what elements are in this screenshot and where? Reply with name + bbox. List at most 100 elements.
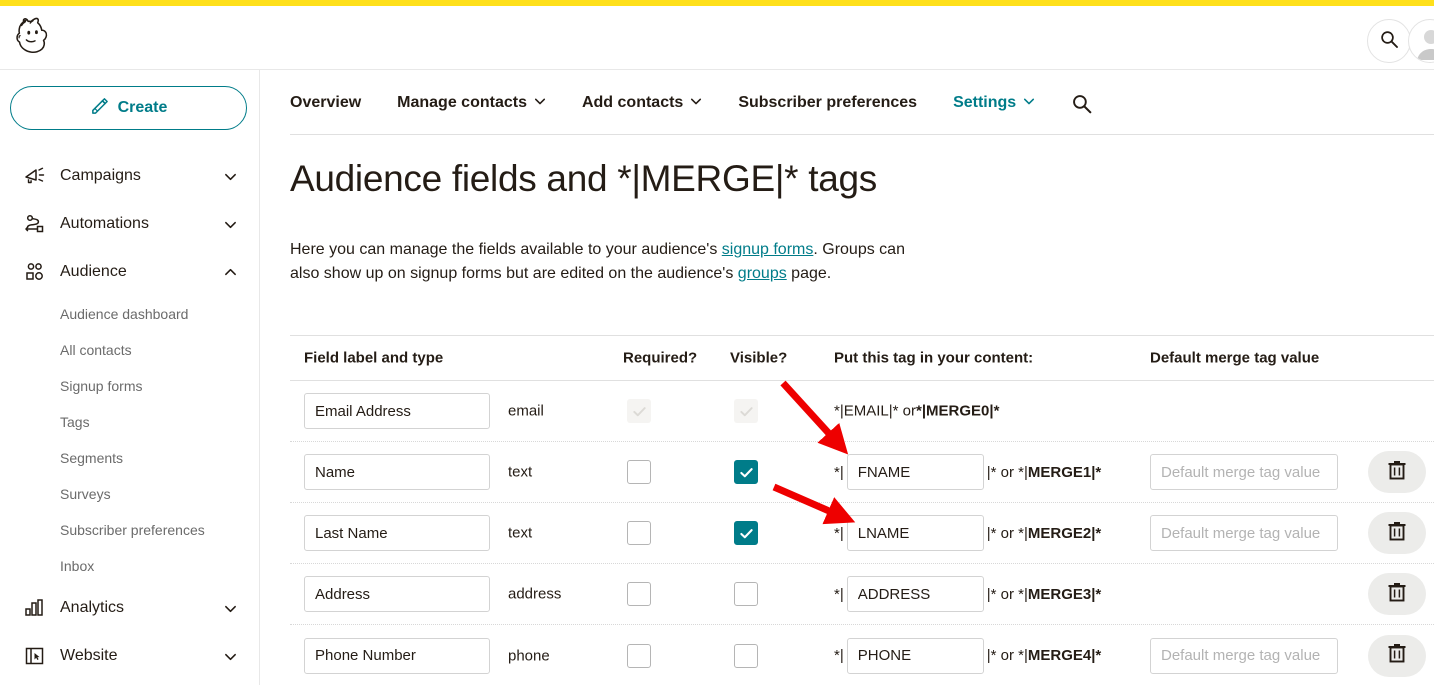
tab-search-button[interactable] (1071, 88, 1092, 119)
tab-manage-contacts[interactable]: Manage contacts (397, 88, 546, 112)
header-search-button[interactable] (1367, 19, 1411, 63)
account-avatar-button[interactable] (1408, 19, 1434, 63)
field-type-label: text (508, 524, 533, 542)
required-checkbox[interactable] (627, 521, 651, 545)
required-checkbox-cell (627, 399, 651, 423)
tab-subscriber-preferences[interactable]: Subscriber preferences (738, 88, 917, 112)
field-label-input[interactable] (304, 576, 490, 612)
tab-settings[interactable]: Settings (953, 88, 1035, 112)
chevron-down-icon (224, 650, 236, 662)
sidebar-item-campaigns[interactable]: Campaigns (0, 152, 260, 200)
delete-field-button[interactable] (1368, 512, 1426, 554)
audience-icon (22, 259, 48, 285)
merge-tag-static-text: *|EMAIL|* or (834, 402, 916, 420)
trash-icon (1387, 581, 1407, 608)
visible-checkbox (734, 399, 758, 423)
merge-tag-suffix-pre: |* or *| (986, 647, 1028, 664)
merge-tag-suffix: |* or *|MERGE4|* (987, 647, 1102, 664)
sidebar-item-automations[interactable]: Automations (0, 200, 260, 248)
sidebar-secondary-nav: Analytics Website (0, 584, 260, 680)
sidebar-item-segments[interactable]: Segments (0, 440, 260, 476)
desc-text-3: page. (786, 265, 832, 282)
delete-cell (1368, 573, 1426, 615)
field-label-input[interactable] (304, 637, 490, 674)
website-icon (22, 643, 48, 669)
tab-label: Subscriber preferences (738, 94, 918, 111)
required-checkbox-cell (627, 521, 651, 545)
delete-cell (1368, 512, 1426, 554)
default-merge-value-input[interactable] (1150, 454, 1338, 490)
field-label-cell (304, 637, 490, 674)
column-header-tag: Put this tag in your content: (834, 349, 1034, 367)
table-row: text *| |* or *|MERGE2|* (290, 503, 1434, 564)
visible-checkbox[interactable] (734, 643, 758, 668)
merge-tag-suffix-pre: |* or *| (986, 585, 1028, 603)
sidebar-subitem-label: Segments (60, 450, 124, 466)
sidebar-item-signup-forms[interactable]: Signup forms (0, 368, 260, 404)
sidebar-subitem-label: Inbox (60, 558, 95, 574)
delete-field-button[interactable] (1368, 451, 1426, 493)
merge-tag-alias: MERGE3 (1027, 585, 1092, 603)
field-label-cell (304, 393, 490, 429)
required-checkbox[interactable] (627, 582, 651, 606)
sidebar-subitem-label: Subscriber preferences (60, 522, 205, 538)
sidebar-item-all-contacts[interactable]: All contacts (0, 332, 260, 368)
bar-chart-icon (22, 595, 48, 621)
merge-tag-input[interactable] (846, 637, 984, 674)
global-header (0, 6, 1434, 70)
delete-field-button[interactable] (1368, 634, 1426, 677)
table-row: email *|EMAIL|* or *|MERGE0|* (290, 381, 1434, 442)
chevron-down-icon (224, 602, 236, 614)
merge-tag-cell: *|EMAIL|* or *|MERGE0|* (834, 403, 999, 420)
merge-tag-alias: MERGE2 (1027, 524, 1092, 542)
required-checkbox[interactable] (627, 643, 651, 668)
sidebar-item-audience-dashboard[interactable]: Audience dashboard (0, 296, 260, 332)
field-label-input[interactable] (304, 393, 490, 429)
create-button[interactable]: Create (10, 86, 247, 130)
sidebar-item-label: Website (60, 647, 118, 664)
chevron-up-icon (224, 266, 236, 278)
sidebar-item-audience[interactable]: Audience (0, 248, 260, 296)
field-label-input[interactable] (304, 515, 490, 551)
sidebar-item-inbox[interactable]: Inbox (0, 548, 260, 584)
merge-tag-suffix-pre: |* or *| (986, 463, 1028, 481)
required-checkbox-cell (627, 582, 651, 606)
merge-tag-input[interactable] (846, 454, 984, 490)
merge-tag-prefix: *| (834, 463, 844, 481)
sidebar-item-subscriber-preferences[interactable]: Subscriber preferences (0, 512, 260, 548)
merge-tag-suffix: |* or *|MERGE1|* (987, 464, 1102, 481)
main-content: Overview Manage contacts Add contacts Su… (261, 70, 1434, 685)
column-header-visible: Visible? (730, 349, 788, 367)
field-label-cell (304, 576, 490, 612)
merge-tag-input[interactable] (846, 576, 984, 612)
sidebar-item-website[interactable]: Website (0, 632, 260, 680)
default-merge-value-input[interactable] (1150, 515, 1338, 551)
sidebar-item-label: Campaigns (60, 167, 141, 184)
visible-checkbox[interactable] (734, 582, 758, 606)
sidebar-item-tags[interactable]: Tags (0, 404, 260, 440)
sidebar-subitem-label: Signup forms (60, 378, 143, 394)
sidebar-item-label: Analytics (60, 599, 125, 616)
visible-checkbox-cell (734, 582, 758, 606)
tab-overview[interactable]: Overview (290, 88, 361, 112)
visible-checkbox[interactable] (734, 521, 758, 545)
visible-checkbox[interactable] (734, 460, 758, 484)
tab-add-contacts[interactable]: Add contacts (582, 88, 702, 112)
field-label-input[interactable] (304, 454, 490, 490)
sidebar-item-surveys[interactable]: Surveys (0, 476, 260, 512)
tab-label: Overview (290, 94, 362, 111)
delete-field-button[interactable] (1368, 573, 1426, 615)
signup-forms-link[interactable]: signup forms (722, 241, 814, 258)
merge-tag-suffix-post: |* (1091, 524, 1102, 542)
chevron-down-icon (224, 218, 236, 230)
required-checkbox[interactable] (627, 460, 651, 484)
avatar-icon (1409, 21, 1434, 62)
page-description: Here you can manage the fields available… (290, 238, 930, 286)
merge-tag-alias-text: *|MERGE0|* (916, 402, 1000, 420)
mailchimp-freddie-logo[interactable] (12, 14, 58, 60)
groups-link[interactable]: groups (738, 265, 787, 282)
default-merge-value-input[interactable] (1150, 637, 1338, 674)
merge-tag-suffix-post: |* (1091, 463, 1102, 481)
merge-tag-input[interactable] (846, 515, 984, 551)
sidebar-item-analytics[interactable]: Analytics (0, 584, 260, 632)
